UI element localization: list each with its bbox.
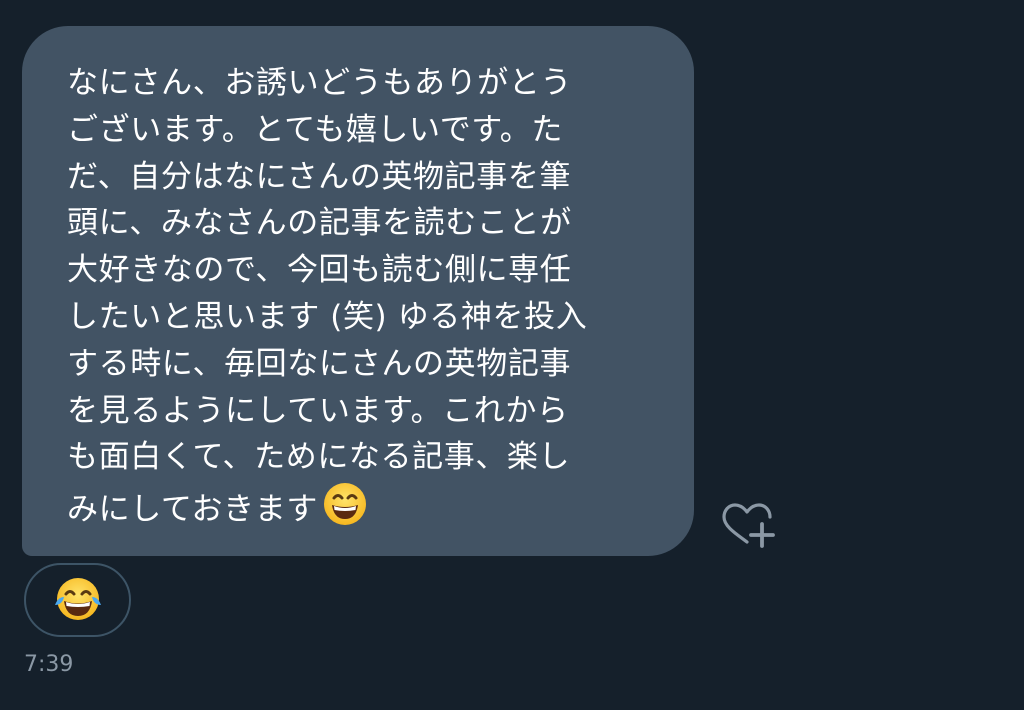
grinning-face-emoji-icon	[322, 481, 368, 541]
message-line: したいと思います (笑) ゆる神を投入	[67, 298, 588, 335]
add-reaction-button[interactable]	[718, 498, 778, 554]
message-timestamp: 7:39	[24, 652, 74, 677]
message-last-line: みにしておきます	[67, 481, 654, 528]
message-line: 大好きなので、今回も読む側に専任	[67, 252, 572, 289]
heart-plus-icon	[722, 503, 775, 548]
reaction-pill[interactable]	[24, 563, 131, 637]
face-with-tears-of-joy-icon	[54, 578, 101, 620]
message-line: だ、自分はなにさんの英物記事を筆	[67, 158, 572, 195]
message-line: なにさん、お誘いどうもありがとう	[67, 65, 572, 101]
message-line-text: みにしておきます	[67, 491, 318, 528]
dm-conversation: なにさん、お誘いどうもありがとう ございます。とても嬉しいです。た だ、自分はな…	[0, 0, 1024, 710]
message-line: も面白くて、ためになる記事、楽し	[67, 439, 571, 476]
message-line: を見るようにしています。これから	[67, 392, 569, 429]
message-bubble[interactable]: なにさん、お誘いどうもありがとう ございます。とても嬉しいです。た だ、自分はな…	[22, 26, 694, 556]
message-line: 頭に、みなさんの記事を読むことが	[67, 205, 572, 242]
message-line: する時に、毎回なにさんの英物記事	[67, 345, 572, 382]
message-line: ございます。とても嬉しいです。た	[67, 111, 563, 148]
